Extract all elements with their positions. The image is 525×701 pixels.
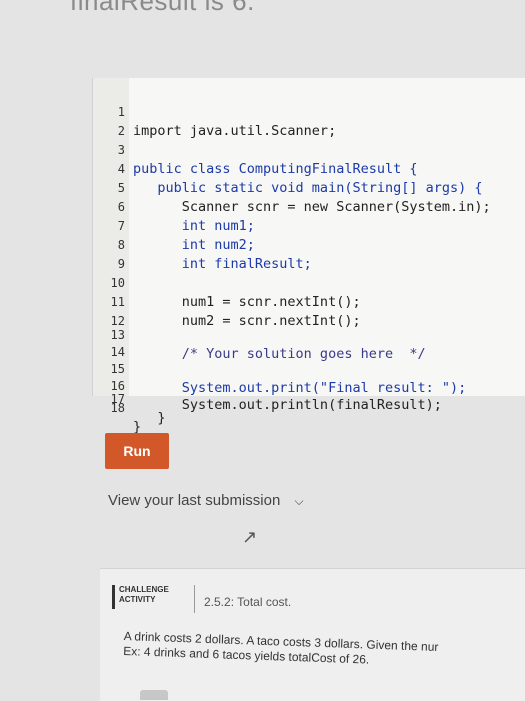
- chevron-down-icon: ⌵: [294, 494, 304, 508]
- mouse-pointer-icon: ↗: [242, 527, 258, 547]
- code-line[interactable]: 10 num1 = scnr.nextInt();: [93, 255, 525, 310]
- bottom-tab[interactable]: [140, 690, 168, 700]
- code-line[interactable]: 7 int num2;: [93, 198, 525, 253]
- activity-title: 2.5.2: Total cost.: [204, 595, 292, 609]
- line-number: 18: [110, 401, 125, 415]
- code-line[interactable]: 8 int finalResult;: [93, 217, 525, 272]
- run-button[interactable]: Run: [105, 433, 169, 469]
- code-line[interactable]: 11 num2 = scnr.nextInt();: [93, 274, 525, 329]
- code-editor[interactable]: 1 import java.util.Scanner; 2 3 public c…: [92, 78, 525, 435]
- view-last-submission-label: View your last submission: [108, 492, 281, 509]
- code-line[interactable]: 6 int num1;: [93, 179, 525, 234]
- partial-header-text: finalResult is 6.: [70, 0, 255, 16]
- code-line[interactable]: 3 public class ComputingFinalResult {: [93, 122, 525, 177]
- challenge-activity-card: CHALLENGE ACTIVITY 2.5.2: Total cost. A …: [100, 568, 525, 701]
- challenge-activity-badge: CHALLENGE ACTIVITY: [112, 585, 191, 609]
- code-line[interactable]: 4 public static void main(String[] args)…: [93, 141, 525, 196]
- badge-line-2: ACTIVITY: [119, 595, 156, 604]
- code-line[interactable]: 9: [93, 236, 525, 271]
- badge-divider: [194, 585, 195, 613]
- code-line[interactable]: 18 }: [93, 380, 525, 435]
- badge-line-1: CHALLENGE: [119, 585, 169, 594]
- problem-description: A drink costs 2 dollars. A taco costs 3 …: [123, 629, 525, 674]
- view-last-submission-toggle[interactable]: View your last submission ⌵: [108, 492, 304, 509]
- code-line[interactable]: 5 Scanner scnr = new Scanner(System.in);: [93, 160, 525, 215]
- code-line[interactable]: 1 import java.util.Scanner;: [93, 84, 525, 139]
- code-line[interactable]: 2: [93, 103, 525, 138]
